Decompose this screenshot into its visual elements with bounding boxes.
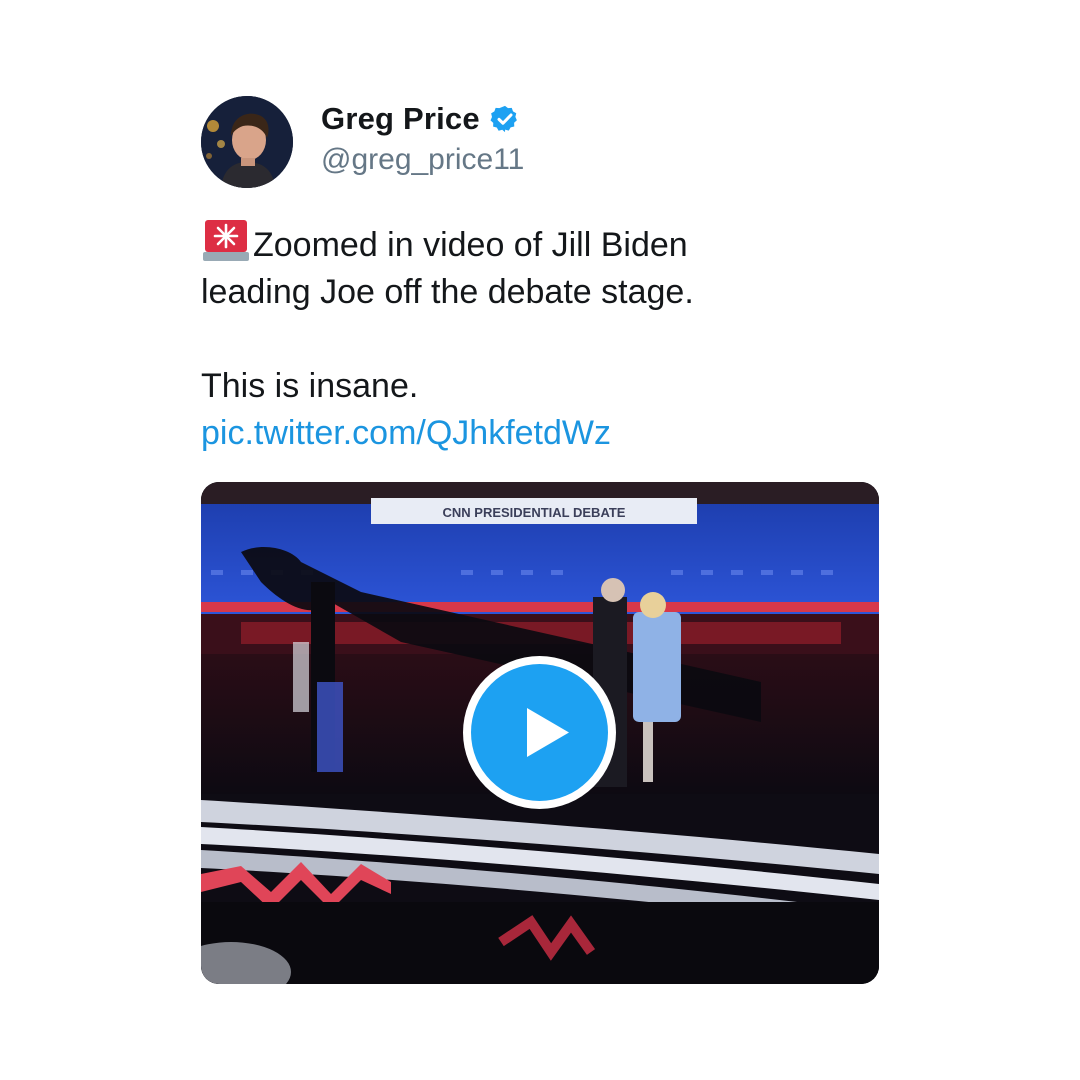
tweet-line-1: Zoomed in video of Jill Biden: [201, 218, 879, 269]
avatar-image: [201, 96, 293, 188]
user-names: Greg Price @greg_price11: [321, 99, 524, 177]
tweet-text-line-2: leading Joe off the debate stage.: [201, 273, 694, 311]
banner-text: CNN PRESIDENTIAL DEBATE: [443, 505, 626, 520]
play-button-circle: [471, 664, 608, 801]
tweet-line-break: [201, 316, 879, 363]
tweet-text-line-1: Zoomed in video of Jill Biden: [253, 226, 688, 264]
tweet-text: Zoomed in video of Jill Biden leading Jo…: [201, 218, 879, 457]
tweet-card: Greg Price @greg_price11 Zoomed in video…: [201, 96, 879, 457]
avatar[interactable]: [201, 96, 293, 188]
name-row: Greg Price: [321, 99, 524, 139]
tweet-header: Greg Price @greg_price11: [201, 96, 879, 188]
user-handle[interactable]: @greg_price11: [321, 143, 524, 177]
play-icon: [527, 708, 569, 757]
play-button[interactable]: [463, 656, 616, 809]
tweet-text-line-3: This is insane.: [201, 367, 419, 405]
display-name[interactable]: Greg Price: [321, 101, 480, 137]
rotating-light-icon: [201, 218, 251, 262]
verified-badge-icon: [490, 104, 520, 134]
tweet-media-link[interactable]: pic.twitter.com/QJhkfetdWz: [201, 410, 879, 457]
